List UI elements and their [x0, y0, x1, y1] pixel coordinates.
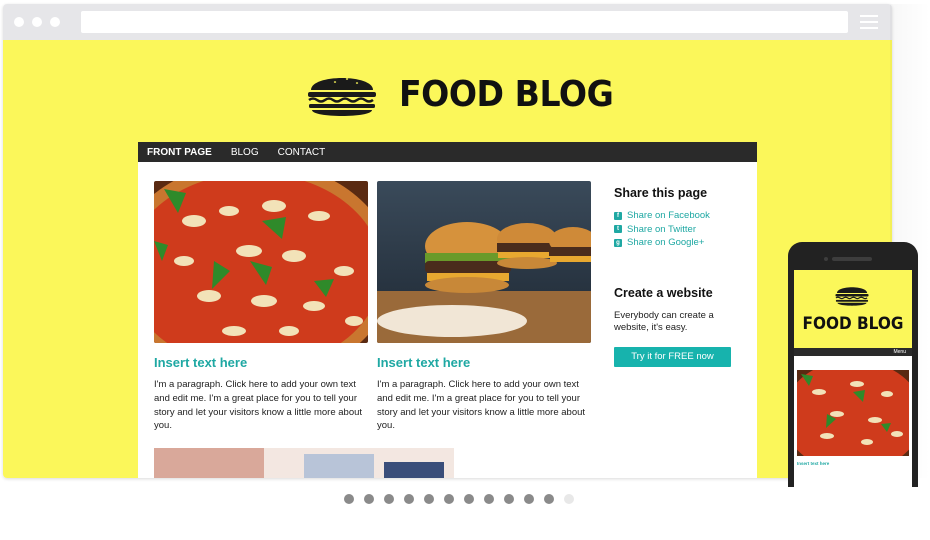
card-title[interactable]: Insert text here: [377, 355, 591, 370]
pager-dot[interactable]: [384, 494, 394, 504]
share-link-label: Share on Facebook: [627, 210, 710, 222]
marketing-slide: FOOD BLOG FRONT PAGE BLOG CONTACT Insert…: [0, 0, 930, 540]
address-bar[interactable]: [81, 11, 848, 33]
mobile-menu-button[interactable]: Menu: [794, 348, 912, 356]
burger-icon: [308, 78, 376, 116]
card-paragraph: I'm a paragraph. Click here to add your …: [377, 379, 586, 432]
share-links: f Share on Facebook t Share on Twitter g…: [614, 209, 744, 250]
window-dot-minimize[interactable]: [32, 17, 42, 27]
share-link-label: Share on Twitter: [627, 223, 697, 235]
hamburger-icon[interactable]: [860, 15, 878, 29]
pager-dot[interactable]: [484, 494, 494, 504]
mobile-card-title[interactable]: Insert text here: [797, 461, 829, 466]
share-heading: Share this page: [614, 186, 708, 200]
burger-icon: [835, 287, 869, 306]
blog-card-burgers[interactable]: Insert text here I'm a paragraph. Click …: [377, 181, 591, 433]
blog-card-pizza[interactable]: Insert text here I'm a paragraph. Click …: [154, 181, 368, 433]
window-dot-maximize[interactable]: [50, 17, 60, 27]
next-post-photo[interactable]: [154, 448, 504, 478]
create-text: Everybody can create a website, it's eas…: [614, 309, 714, 334]
create-heading: Create a website: [614, 285, 713, 300]
pager-dot[interactable]: [524, 494, 534, 504]
share-google-link[interactable]: g Share on Google+: [614, 236, 744, 250]
share-link-label: Share on Google+: [627, 237, 705, 249]
pager-dot[interactable]: [344, 494, 354, 504]
main-content: Insert text here I'm a paragraph. Click …: [138, 162, 757, 478]
browser-toolbar: [3, 4, 892, 40]
card-title[interactable]: Insert text here: [154, 355, 368, 370]
mobile-pizza-photo[interactable]: [797, 370, 909, 456]
pager-dot[interactable]: [544, 494, 554, 504]
share-twitter-link[interactable]: t Share on Twitter: [614, 223, 744, 237]
pager-dot[interactable]: [444, 494, 454, 504]
pizza-photo[interactable]: [154, 181, 368, 343]
pager-dot[interactable]: [364, 494, 374, 504]
card-paragraph: I'm a paragraph. Click here to add your …: [154, 379, 363, 432]
google-plus-icon: g: [614, 238, 622, 247]
mobile-site-title: FOOD BLOG: [802, 314, 904, 334]
mobile-site-preview: FOOD BLOG Menu Insert text here: [794, 270, 912, 487]
nav-front-page[interactable]: FRONT PAGE: [147, 147, 212, 158]
sidebar: Share this page f Share on Facebook t Sh…: [614, 186, 744, 367]
try-free-button[interactable]: Try it for FREE now: [614, 346, 731, 367]
share-facebook-link[interactable]: f Share on Facebook: [614, 209, 744, 223]
facebook-icon: f: [614, 211, 622, 220]
website-preview: FOOD BLOG FRONT PAGE BLOG CONTACT Insert…: [3, 40, 892, 478]
pager-dot[interactable]: [504, 494, 514, 504]
phone-speaker: [832, 257, 872, 261]
site-header: FOOD BLOG: [305, 68, 632, 120]
pager-dot[interactable]: [404, 494, 414, 504]
browser-window: FOOD BLOG FRONT PAGE BLOG CONTACT Insert…: [3, 4, 892, 478]
twitter-icon: t: [614, 225, 622, 234]
mobile-device: FOOD BLOG Menu Insert text here: [788, 242, 918, 487]
create-website-block: Create a website Everybody can create a …: [614, 286, 744, 367]
mobile-content: Insert text here: [794, 356, 912, 487]
pager-dot-current[interactable]: [564, 494, 574, 504]
slide-pagination: [344, 494, 584, 504]
burgers-photo[interactable]: [377, 181, 591, 343]
window-dot-close[interactable]: [14, 17, 24, 27]
pager-dot[interactable]: [464, 494, 474, 504]
nav-blog[interactable]: BLOG: [231, 147, 259, 158]
phone-camera: [824, 257, 828, 261]
site-title: FOOD BLOG: [399, 73, 614, 115]
nav-contact[interactable]: CONTACT: [278, 147, 326, 158]
pager-dot[interactable]: [424, 494, 434, 504]
site-nav: FRONT PAGE BLOG CONTACT: [138, 142, 757, 162]
